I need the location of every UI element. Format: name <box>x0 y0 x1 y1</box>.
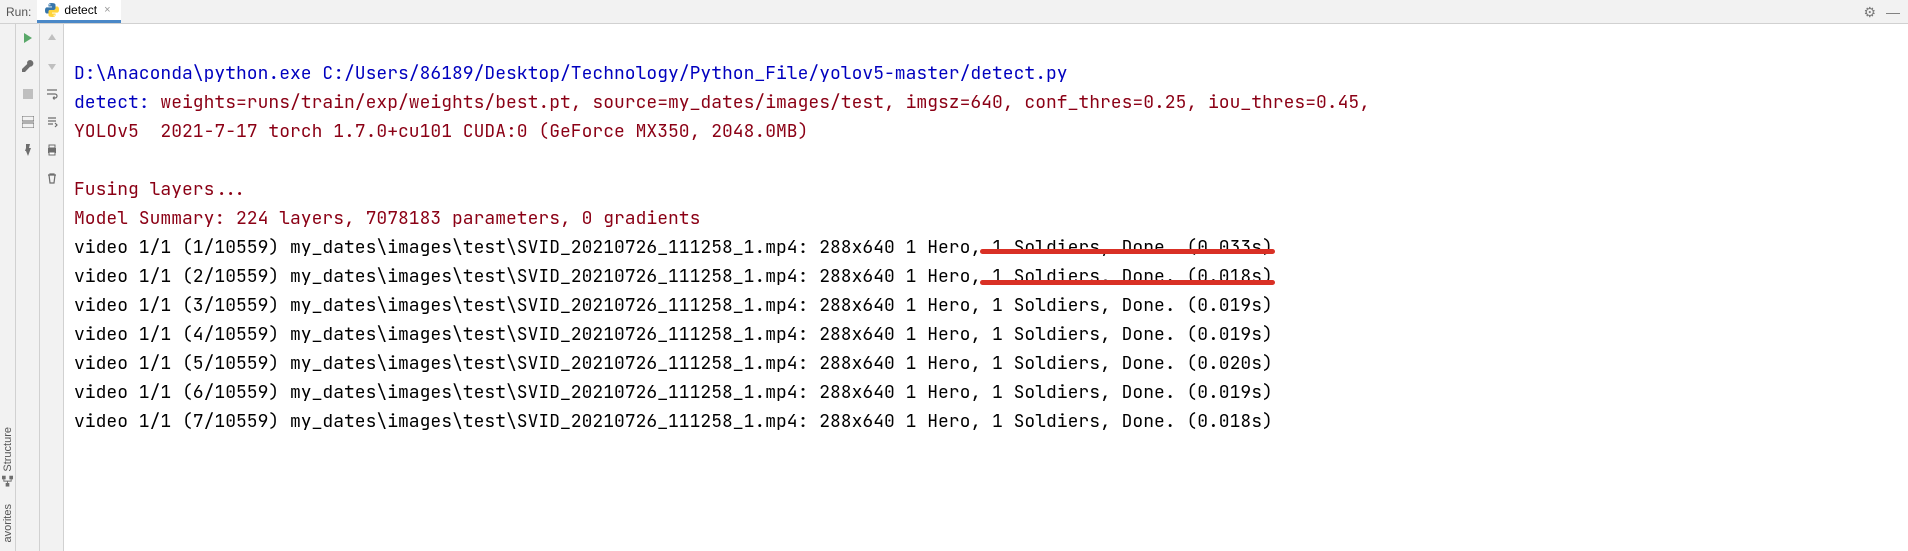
python-icon <box>45 3 59 17</box>
scroll-end-icon[interactable] <box>44 114 60 130</box>
print-icon[interactable] <box>44 142 60 158</box>
console-line: D:\Anaconda\python.exe C:/Users/86189/De… <box>74 62 1068 85</box>
tab-label: detect <box>64 3 97 17</box>
console-line: video 1/1 (4/10559) my_dates\images\test… <box>74 323 1273 346</box>
close-icon[interactable]: × <box>102 4 112 16</box>
console-line: weights=runs/train/exp/weights/best.pt, … <box>160 91 1370 114</box>
main-area: Structure avorites <box>0 24 1908 551</box>
console-line: detect: <box>74 91 160 114</box>
console-line: video 1/1 (1/10559) my_dates\images\test… <box>74 236 1273 259</box>
left-sidebar: Structure avorites <box>0 24 16 551</box>
run-toolbar <box>16 24 40 551</box>
down-icon[interactable] <box>44 58 60 74</box>
layout-icon[interactable] <box>20 114 36 130</box>
pin-icon[interactable] <box>20 142 36 158</box>
console-toolbar <box>40 24 64 551</box>
trash-icon[interactable] <box>44 170 60 186</box>
console-line: YOLOv5 2021-7-17 torch 1.7.0+cu101 CUDA:… <box>74 120 808 143</box>
minimize-icon[interactable]: — <box>1886 4 1900 20</box>
up-icon[interactable] <box>44 30 60 46</box>
annotation-underline <box>980 280 1275 285</box>
rerun-icon[interactable] <box>20 30 36 46</box>
run-header: Run: detect × ⚙ — <box>0 0 1908 24</box>
annotation-underline <box>980 249 1275 254</box>
console-line: video 1/1 (7/10559) my_dates\images\test… <box>74 410 1273 433</box>
structure-icon <box>2 475 14 486</box>
favorites-tool[interactable]: avorites <box>2 504 14 543</box>
soft-wrap-icon[interactable] <box>44 86 60 102</box>
console-line: video 1/1 (3/10559) my_dates\images\test… <box>74 294 1273 317</box>
console-line: video 1/1 (6/10559) my_dates\images\test… <box>74 381 1273 404</box>
structure-tool[interactable]: Structure <box>2 427 14 487</box>
run-label: Run: <box>0 5 37 19</box>
console-line: Fusing layers... <box>74 178 258 201</box>
stop-icon[interactable] <box>20 86 36 102</box>
wrench-icon[interactable] <box>20 58 36 74</box>
console-output[interactable]: D:\Anaconda\python.exe C:/Users/86189/De… <box>64 24 1908 551</box>
gear-icon[interactable]: ⚙ <box>1863 4 1876 21</box>
console-line: Model Summary: 224 layers, 7078183 param… <box>74 207 700 230</box>
run-tab[interactable]: detect × <box>37 0 120 23</box>
console-line: video 1/1 (5/10559) my_dates\images\test… <box>74 352 1273 375</box>
